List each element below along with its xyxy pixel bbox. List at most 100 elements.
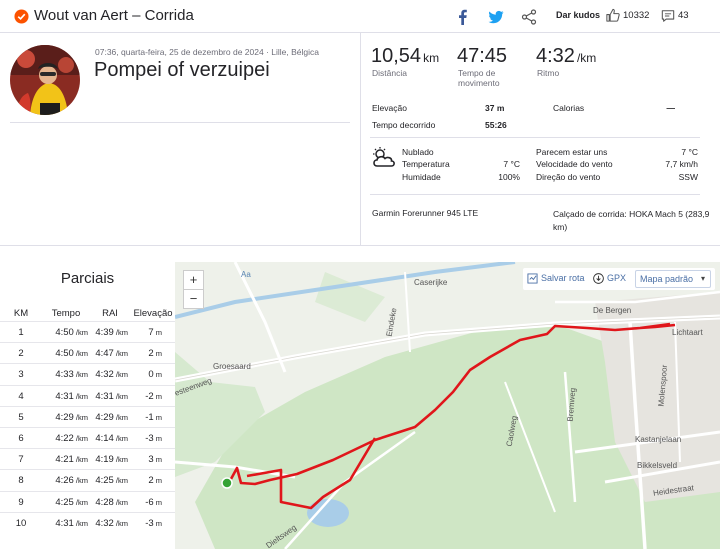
split-time: 4:26 /km — [55, 475, 88, 487]
give-kudos-button[interactable]: Dar kudos — [556, 10, 600, 20]
unit: /km — [113, 476, 128, 486]
unit: m — [153, 476, 162, 486]
splits-header-time: Tempo — [51, 308, 81, 319]
map-label: Groesaard — [213, 362, 251, 371]
download-icon[interactable] — [593, 273, 604, 284]
split-km: 7 — [18, 454, 24, 466]
unit: /km — [73, 497, 88, 507]
humidity-label: Humidade — [402, 172, 441, 182]
split-time: 4:50 /km — [55, 327, 88, 338]
wind-direction-value: SSW — [678, 172, 698, 182]
map-style-select[interactable]: Mapa padrão ▾ — [635, 270, 711, 288]
page-title: Wout van Aert – Corrida — [34, 7, 194, 24]
shoes-info[interactable]: Calçado de corrida: HOKA Mach 5 (283,9 k… — [553, 208, 713, 234]
unit: /km — [73, 349, 88, 359]
split-time: 4:25 /km — [55, 496, 88, 508]
map-style-value: Mapa padrão — [640, 274, 694, 284]
splits-header-gap: RAI — [102, 308, 118, 319]
split-elevation: -2 m — [145, 390, 162, 402]
comment-icon[interactable] — [661, 9, 675, 23]
divider — [370, 137, 700, 138]
split-elevation: 0 m — [148, 369, 162, 381]
split-km: 1 — [18, 327, 24, 338]
splits-header-elevation: Elevação — [133, 308, 173, 319]
unit: /km — [113, 412, 128, 422]
feels-like-label: Parecem estar uns — [536, 147, 608, 157]
humidity-value: 100% — [498, 172, 520, 182]
unit: m — [153, 391, 162, 401]
unit: /km — [73, 412, 88, 422]
avatar-image — [10, 45, 80, 115]
wind-speed-value: 7,7 km/h — [665, 159, 698, 169]
device-name: Garmin Forerunner 945 LTE — [372, 208, 479, 218]
map-canvas — [175, 262, 720, 549]
temperature-value: 7 °C — [503, 159, 520, 169]
route-map[interactable]: + − Salvar rota GPX Mapa padrão ▾ Caseri… — [175, 262, 720, 549]
comment-count[interactable]: 43 — [678, 10, 689, 21]
save-route-icon[interactable] — [527, 273, 538, 284]
temperature-label: Temperatura — [402, 159, 450, 169]
unit: /km — [113, 370, 128, 380]
moving-time-value: 47:45 — [457, 45, 508, 67]
zoom-in-button[interactable]: + — [183, 270, 204, 290]
map-label: Lichtaart — [672, 328, 703, 337]
divider — [360, 33, 361, 245]
facebook-icon[interactable] — [455, 9, 471, 25]
split-row: 5 4:29 /km 4:29 /km -1 m — [0, 405, 175, 427]
split-elevation: -3 m — [145, 517, 162, 529]
unit: m — [153, 370, 162, 380]
chevron-down-icon: ▾ — [700, 274, 705, 283]
kudos-count[interactable]: 10332 — [623, 10, 649, 21]
unit: m — [153, 434, 162, 443]
split-row: 1 4:50 /km 4:39 /km 7 m — [0, 321, 175, 342]
wind-direction-label: Direção do vento — [536, 172, 601, 182]
split-gap: 4:19 /km — [95, 454, 128, 466]
unit: /km — [73, 476, 88, 486]
gpx-export-button[interactable]: GPX — [607, 273, 626, 283]
unit: m — [153, 328, 162, 337]
pace-value: 4:32 — [536, 45, 575, 67]
elapsed-time-label: Tempo decorrido — [372, 120, 436, 130]
split-row: 6 4:22 /km 4:14 /km -3 m — [0, 427, 175, 448]
save-route-button[interactable]: Salvar rota — [541, 273, 585, 283]
map-label: Caserijke — [414, 278, 448, 287]
zoom-out-button[interactable]: − — [183, 289, 204, 309]
elevation-label: Elevação — [372, 103, 407, 113]
distance-unit: km — [423, 51, 440, 65]
pace-unit: /km — [576, 51, 597, 65]
distance-value: 10,54 — [371, 45, 422, 67]
twitter-icon[interactable] — [488, 9, 504, 25]
split-gap: 4:39 /km — [95, 327, 128, 338]
moving-time-stat: 47:45 — [457, 45, 507, 68]
moving-time-label: Tempo de movimento — [458, 68, 500, 88]
unit: m — [153, 518, 162, 528]
pace-stat: 4:32/km — [536, 45, 596, 68]
unit: /km — [113, 518, 128, 528]
split-gap: 4:28 /km — [95, 496, 128, 508]
unit: /km — [73, 455, 88, 465]
unit: /km — [113, 434, 128, 443]
split-row: 7 4:21 /km 4:19 /km 3 m — [0, 448, 175, 469]
unit: /km — [113, 455, 128, 465]
unit: m — [153, 455, 162, 465]
split-gap: 4:14 /km — [95, 433, 128, 444]
split-row: 9 4:25 /km 4:28 /km -6 m — [0, 490, 175, 512]
split-km: 10 — [15, 517, 27, 529]
verified-badge-icon — [14, 9, 29, 24]
split-row: 8 4:26 /km 4:25 /km 2 m — [0, 469, 175, 490]
split-km: 8 — [18, 475, 24, 487]
share-icon[interactable] — [521, 9, 537, 25]
map-toolbar: Salvar rota GPX Mapa padrão ▾ — [523, 268, 715, 290]
thumbs-up-icon[interactable] — [605, 8, 620, 23]
unit: /km — [73, 518, 88, 528]
divider — [370, 194, 700, 195]
activity-header: Wout van Aert – Corrida Dar kudos 10332 … — [0, 0, 720, 33]
unit: m — [153, 412, 162, 422]
start-marker — [221, 477, 233, 489]
divider — [10, 122, 350, 123]
split-elevation: -6 m — [145, 496, 162, 508]
elapsed-time-value: 55:26 — [485, 120, 507, 130]
unit: /km — [73, 328, 88, 337]
split-row: 2 4:50 /km 4:47 /km 2 m — [0, 342, 175, 363]
athlete-avatar[interactable] — [10, 45, 80, 115]
